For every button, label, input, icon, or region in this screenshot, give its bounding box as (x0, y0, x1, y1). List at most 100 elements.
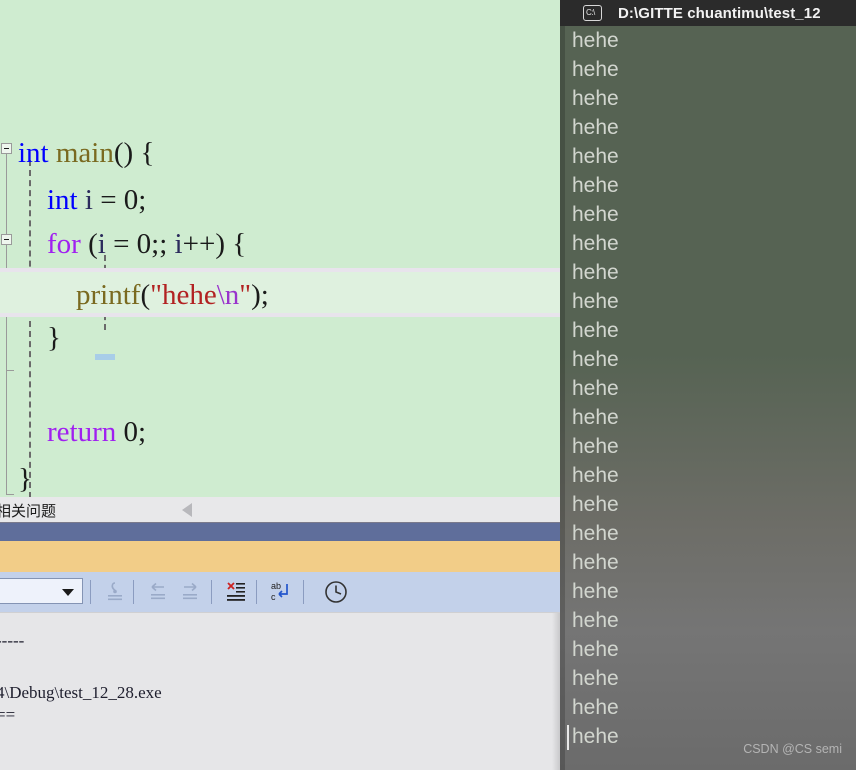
console-output-line: hehe (572, 493, 619, 516)
build-status-bar (0, 541, 560, 572)
code-token: return (47, 416, 117, 448)
code-token: "hehe (150, 279, 217, 311)
console-output-line: hehe (572, 174, 619, 197)
code-token: 0 (136, 228, 152, 260)
word-wrap-button[interactable]: ab c (267, 579, 295, 605)
console-app-icon: C:\ (583, 5, 602, 21)
code-token: \n (216, 279, 240, 311)
code-token: = (92, 184, 124, 216)
screenshot-root: int main() { int i = 0; for (i = 0;; i++… (0, 0, 856, 770)
related-issues-bar[interactable]: 相关问题 (0, 497, 560, 523)
clear-all-button[interactable] (222, 579, 250, 605)
console-output-line: hehe (572, 290, 619, 313)
clear-all-icon (227, 582, 245, 601)
svg-text:ab: ab (271, 581, 281, 591)
console-output-line: hehe (572, 580, 619, 603)
code-line[interactable]: return 0; (0, 409, 560, 456)
go-to-source-button[interactable] (101, 579, 129, 605)
code-token: printf (76, 279, 141, 311)
code-token: } (18, 463, 32, 495)
console-output-line: hehe (572, 696, 619, 719)
code-token: 0 (123, 184, 139, 216)
code-token: ); (251, 279, 269, 311)
console-title: D:\GITTE chuantimu\test_12 (618, 4, 821, 22)
toolbar-separator (90, 580, 91, 604)
code-line[interactable]: } (0, 315, 560, 362)
code-token: ( (80, 228, 98, 260)
console-output-line: hehe (572, 261, 619, 284)
console-output-line: hehe (572, 116, 619, 139)
clock-icon (325, 581, 347, 603)
chevron-down-icon (62, 589, 74, 596)
console-icon-label: C:\ (586, 8, 595, 17)
navigate-forward-button[interactable] (176, 579, 204, 605)
scroll-left-triangle-icon[interactable] (182, 503, 192, 517)
code-token: ; (138, 184, 147, 216)
ide-window: int main() { int i = 0; for (i = 0;; i++… (0, 0, 560, 770)
toolbar-separator (211, 580, 212, 604)
code-token: = (105, 228, 137, 260)
code-line[interactable]: printf("hehe\n"); (0, 268, 560, 317)
code-token: ; (138, 416, 147, 448)
code-token: int (18, 137, 49, 169)
code-token: ++) { (182, 228, 247, 260)
code-token: " (239, 279, 252, 311)
console-output-line: hehe (572, 203, 619, 226)
code-token: i (97, 228, 106, 260)
related-issues-label: 相关问题 (0, 503, 57, 520)
toolbar-separator (256, 580, 257, 604)
output-pane-edge-shadow (552, 613, 560, 770)
console-output-line: hehe (572, 232, 619, 255)
console-output-line: hehe (572, 609, 619, 632)
code-token: } (18, 322, 61, 354)
console-output-line: hehe (572, 464, 619, 487)
output-pane[interactable]: ----- 4\Debug\test_12_28.exe == (0, 612, 560, 770)
code-line[interactable]: for (i = 0;; i++) { (0, 221, 560, 268)
code-editor[interactable]: int main() { int i = 0; for (i = 0;; i++… (0, 0, 560, 497)
code-text[interactable]: int main() { int i = 0; for (i = 0;; i++… (0, 0, 560, 497)
console-output-line: hehe (572, 145, 619, 168)
code-token: i (84, 184, 93, 216)
console-output[interactable]: hehe hehe hehe hehe hehe hehe hehe hehe hehe hehe… (560, 26, 856, 770)
toolbar-separator (133, 580, 134, 604)
console-output-line: hehe (572, 638, 619, 661)
code-line[interactable]: int main() { (0, 130, 560, 177)
console-output-line: hehe (572, 58, 619, 81)
arrow-left-icon (151, 582, 165, 600)
svg-text:c: c (271, 592, 276, 602)
code-token: i (174, 228, 183, 260)
console-output-line: hehe (572, 87, 619, 110)
code-line[interactable]: } (0, 456, 560, 497)
console-output-line: hehe (572, 435, 619, 458)
output-toolbar[interactable]: ab c (0, 572, 560, 612)
code-line[interactable]: int i = 0; (0, 177, 560, 224)
brace-match-marker (95, 354, 115, 360)
word-wrap-icon: ab c (271, 581, 288, 602)
toolbar-separator (303, 580, 304, 604)
console-output-line: hehe (572, 377, 619, 400)
arrow-right-icon (183, 582, 197, 600)
output-line: == (0, 705, 16, 724)
console-output-line: hehe (572, 319, 619, 342)
console-output-line: hehe (572, 348, 619, 371)
watermark-label: CSDN @CS semi (743, 742, 842, 756)
code-token: ;; (151, 228, 175, 260)
console-output-line: hehe (572, 406, 619, 429)
console-output-line: hehe (572, 551, 619, 574)
go-to-source-icon (108, 582, 122, 601)
output-source-select[interactable] (0, 578, 83, 604)
console-output-line: hehe (572, 29, 619, 52)
navigate-back-button[interactable] (144, 579, 172, 605)
output-line: 4\Debug\test_12_28.exe (0, 683, 162, 702)
code-token: for (47, 228, 81, 260)
console-titlebar[interactable]: C:\ D:\GITTE chuantimu\test_12 (560, 0, 856, 26)
console-window[interactable]: C:\ D:\GITTE chuantimu\test_12 hehe hehe h… (560, 0, 856, 770)
show-timestamps-button[interactable] (322, 579, 350, 605)
